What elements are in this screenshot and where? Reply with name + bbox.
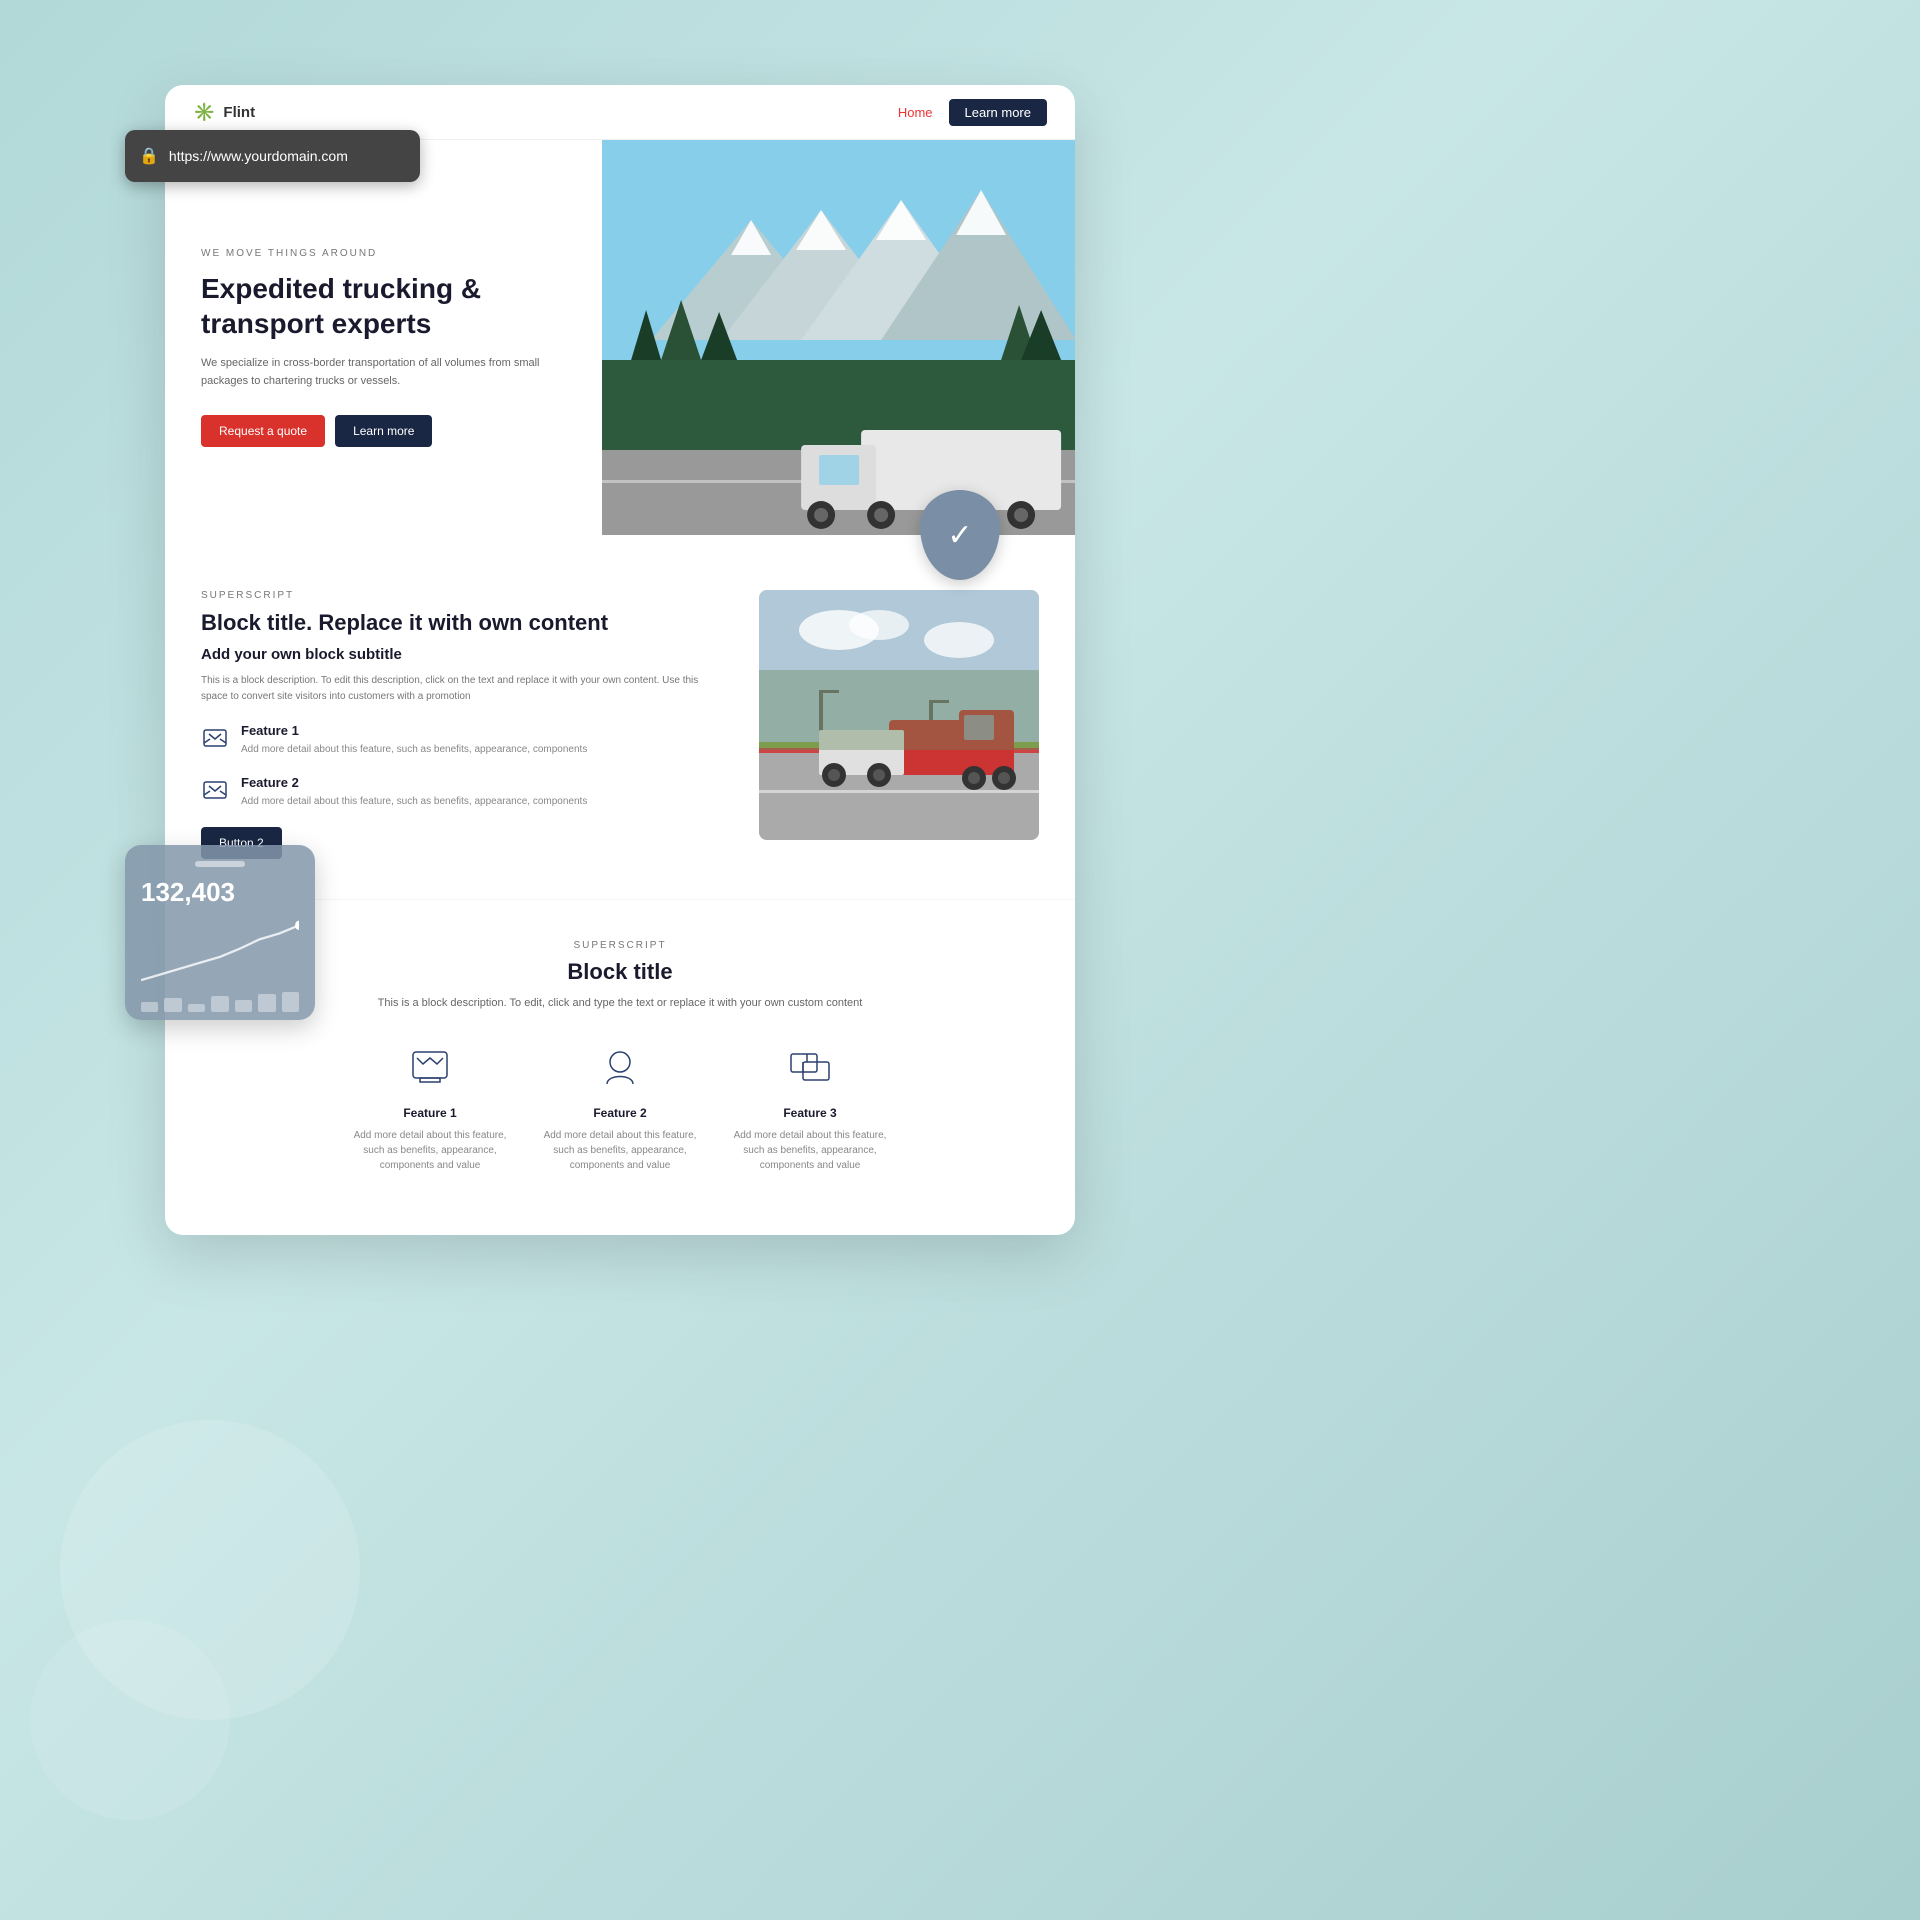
bar-7 xyxy=(282,992,299,1012)
feature2-desc: Add more detail about this feature, such… xyxy=(241,794,587,809)
logo-text: Flint xyxy=(223,104,255,121)
lock-icon: 🔒 xyxy=(139,146,159,166)
features-grid: Feature 1 Add more detail about this fea… xyxy=(201,1042,1039,1173)
drag-handle xyxy=(195,861,245,867)
feature1-title: Feature 1 xyxy=(241,723,587,738)
bar-1 xyxy=(141,1002,158,1012)
second-left: SUPERSCRIPT Block title. Replace it with… xyxy=(201,590,719,859)
stat-number: 132,403 xyxy=(141,877,299,908)
nav-learn-more-button[interactable]: Learn more xyxy=(949,99,1047,126)
feature2-icon xyxy=(201,777,229,805)
logo-icon: ✳️ xyxy=(193,102,215,123)
second-image xyxy=(759,590,1039,840)
hero-left: WE MOVE THINGS AROUND Expedited trucking… xyxy=(165,140,602,535)
grid-icon-3 xyxy=(785,1042,835,1092)
hero-title: Expedited trucking & transport experts xyxy=(201,271,566,341)
bar-3 xyxy=(188,1004,205,1012)
nav-home-link[interactable]: Home xyxy=(898,105,933,120)
grid-feature-3: Feature 3 Add more detail about this fea… xyxy=(730,1042,890,1173)
grid-feature3-desc: Add more detail about this feature, such… xyxy=(730,1128,890,1173)
feature-item-1: Feature 1 Add more detail about this fea… xyxy=(201,723,719,757)
check-icon: ✓ xyxy=(947,518,972,553)
hero-image xyxy=(602,140,1075,535)
hero-learn-more-button[interactable]: Learn more xyxy=(335,415,432,447)
third-eyebrow: SUPERSCRIPT xyxy=(201,940,1039,951)
url-text: https://www.yourdomain.com xyxy=(169,148,348,164)
second-eyebrow: SUPERSCRIPT xyxy=(201,590,719,601)
grid-feature3-title: Feature 3 xyxy=(730,1106,890,1120)
hero-eyebrow: WE MOVE THINGS AROUND xyxy=(201,248,566,259)
url-bar[interactable]: 🔒 https://www.yourdomain.com xyxy=(125,130,420,182)
grid-feature2-desc: Add more detail about this feature, such… xyxy=(540,1128,700,1173)
hero-buttons: Request a quote Learn more xyxy=(201,415,566,447)
second-block-desc: This is a block description. To edit thi… xyxy=(201,673,719,705)
hero-section: WE MOVE THINGS AROUND Expedited trucking… xyxy=(165,140,1075,535)
feature1-icon xyxy=(201,725,229,753)
third-section-desc: This is a block description. To edit, cl… xyxy=(201,995,1039,1013)
second-block-title: Block title. Replace it with own content xyxy=(201,609,719,638)
feature1-desc: Add more detail about this feature, such… xyxy=(241,742,587,757)
bar-2 xyxy=(164,998,181,1012)
second-section: SUPERSCRIPT Block title. Replace it with… xyxy=(165,535,1075,899)
second-block-subtitle: Add your own block subtitle xyxy=(201,646,719,663)
feature2-text: Feature 2 Add more detail about this fea… xyxy=(241,775,587,809)
bar-6 xyxy=(258,994,275,1012)
grid-icon-1 xyxy=(405,1042,455,1092)
stats-card: 132,403 xyxy=(125,845,315,1020)
hero-description: We specialize in cross-border transporta… xyxy=(201,355,566,390)
grid-feature-2: Feature 2 Add more detail about this fea… xyxy=(540,1042,700,1173)
bg-decoration-2 xyxy=(30,1620,230,1820)
request-quote-button[interactable]: Request a quote xyxy=(201,415,325,447)
site-logo: ✳️ Flint xyxy=(193,102,255,123)
grid-feature2-title: Feature 2 xyxy=(540,1106,700,1120)
feature-item-2: Feature 2 Add more detail about this fea… xyxy=(201,775,719,809)
feature2-title: Feature 2 xyxy=(241,775,587,790)
grid-feature1-desc: Add more detail about this feature, such… xyxy=(350,1128,510,1173)
browser-window: ✳️ Flint Home Learn more WE MOVE THINGS … xyxy=(165,85,1075,1235)
bar-4 xyxy=(211,996,228,1012)
feature1-text: Feature 1 Add more detail about this fea… xyxy=(241,723,587,757)
bar-5 xyxy=(235,1000,252,1012)
third-section-title: Block title xyxy=(201,959,1039,985)
grid-feature-1: Feature 1 Add more detail about this fea… xyxy=(350,1042,510,1173)
chart-area xyxy=(141,916,299,986)
chart-bars xyxy=(141,992,299,1012)
nav-right: Home Learn more xyxy=(898,99,1047,126)
grid-icon-2 xyxy=(595,1042,645,1092)
grid-feature1-title: Feature 1 xyxy=(350,1106,510,1120)
